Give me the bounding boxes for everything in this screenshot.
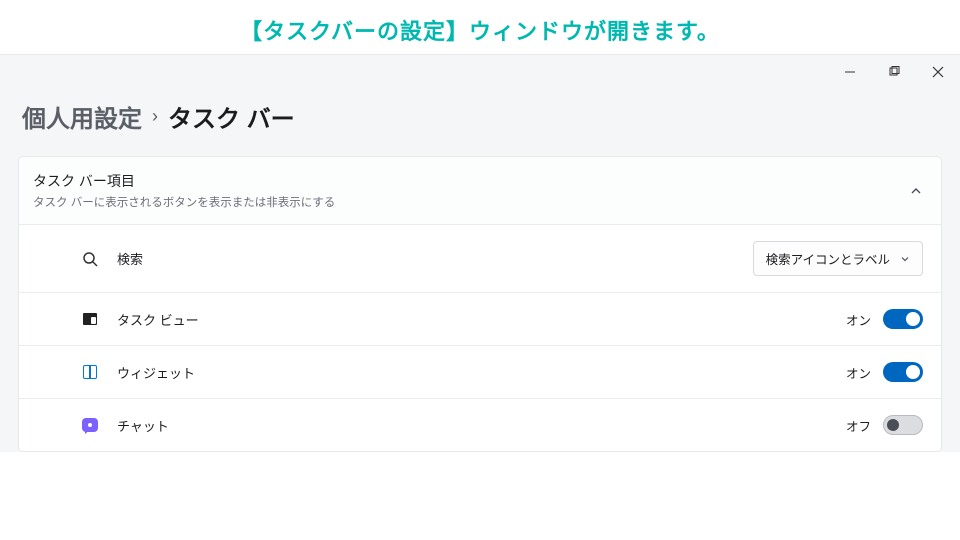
window-controls [828,55,960,89]
row-taskview-label: タスク ビュー [117,310,846,329]
search-icon [81,250,99,268]
taskview-toggle-state: オン [846,310,871,329]
row-chat-label: チャット [117,416,846,435]
taskview-icon [81,310,99,328]
taskbar-items-card: タスク バー項目 タスク バーに表示されるボタンを表示または非表示にする 検索 … [18,156,942,452]
row-widgets: ウィジェット オン [19,346,941,399]
widgets-toggle[interactable] [883,362,923,382]
chat-icon [81,416,99,434]
row-taskview: タスク ビュー オン [19,293,941,346]
section-subtitle: タスク バーに表示されるボタンを表示または非表示にする [33,194,335,210]
search-dropdown-value: 検索アイコンとラベル [766,249,890,268]
card-header-text: タスク バー項目 タスク バーに表示されるボタンを表示または非表示にする [33,171,335,210]
chat-toggle-wrap: オフ [846,415,923,435]
chevron-down-icon [900,254,910,264]
minimize-button[interactable] [828,55,872,89]
chat-toggle-state: オフ [846,416,871,435]
row-search: 検索 検索アイコンとラベル [19,225,941,293]
breadcrumb-current: タスク バー [168,99,295,134]
page-caption: 【タスクバーの設定】ウィンドウが開きます。 [0,0,960,54]
widgets-icon [81,363,99,381]
card-header[interactable]: タスク バー項目 タスク バーに表示されるボタンを表示または非表示にする [19,157,941,225]
taskview-toggle-wrap: オン [846,309,923,329]
widgets-toggle-state: オン [846,363,871,382]
taskview-toggle[interactable] [883,309,923,329]
row-widgets-label: ウィジェット [117,363,846,382]
chevron-up-icon [909,184,923,198]
row-search-label: 検索 [117,249,753,268]
chat-toggle[interactable] [883,415,923,435]
settings-window: 個人用設定 › タスク バー タスク バー項目 タスク バーに表示されるボタンを… [0,54,960,452]
search-dropdown[interactable]: 検索アイコンとラベル [753,241,923,276]
chevron-right-icon: › [152,106,158,127]
breadcrumb-parent[interactable]: 個人用設定 [22,99,142,134]
close-button[interactable] [916,55,960,89]
content-area: 個人用設定 › タスク バー タスク バー項目 タスク バーに表示されるボタンを… [0,55,960,452]
section-title: タスク バー項目 [33,171,335,191]
maximize-button[interactable] [872,55,916,89]
breadcrumb: 個人用設定 › タスク バー [18,99,942,134]
row-chat: チャット オフ [19,399,941,451]
widgets-toggle-wrap: オン [846,362,923,382]
